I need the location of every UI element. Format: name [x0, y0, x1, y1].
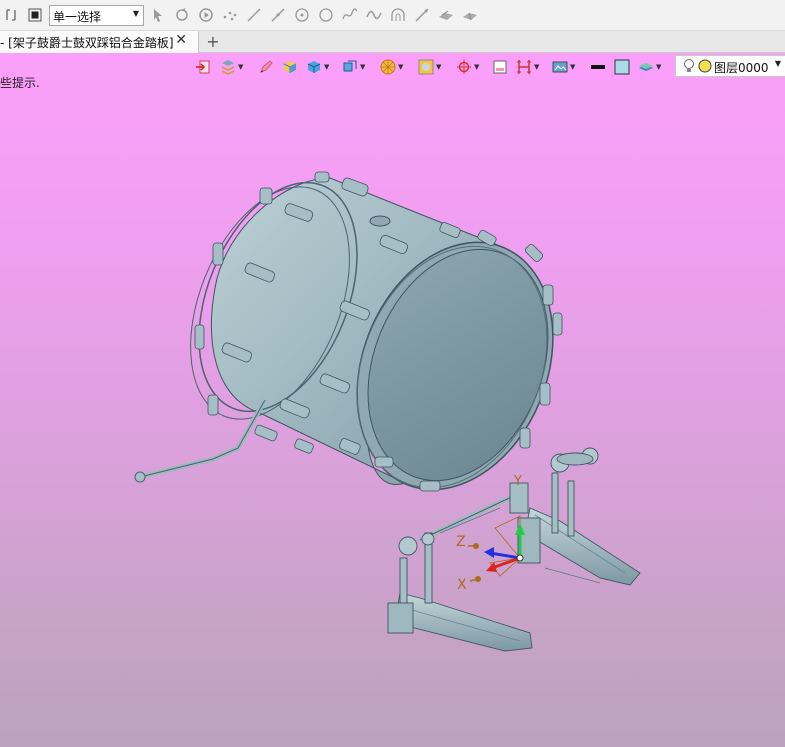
cursor-icon[interactable] [150, 7, 166, 23]
new-tab-button[interactable]: + [205, 32, 221, 51]
z-axis-label: Z [456, 534, 466, 550]
play-icon[interactable] [198, 7, 214, 23]
close-icon[interactable]: ✕ [175, 32, 187, 48]
surface-icon[interactable] [438, 7, 454, 23]
repeat-icon[interactable] [3, 7, 19, 23]
y-axis-label: Y [513, 474, 522, 489]
point-circle-icon[interactable] [294, 7, 310, 23]
document-tab-bar: - [架子鼓爵士鼓双踩铝合金踏板] ✕ + [0, 31, 785, 53]
selection-mode-value: 单一选择 [53, 10, 102, 24]
bass-drum [190, 171, 563, 492]
points-icon[interactable] [222, 7, 238, 23]
arc-icon[interactable] [390, 7, 406, 23]
selection-mode-dropdown[interactable]: 单一选择 ▼ [49, 5, 144, 26]
drum-pedal-model[interactable]: Z X Y [0, 53, 785, 747]
3d-viewport[interactable]: ▼ ▼ ▼ ▼ ▼ ▼ ▼ ▼ ▼ 图层0000 ▼ 些提示. Z X Y [0, 53, 785, 747]
surface2-icon[interactable] [462, 7, 478, 23]
tab-title: - [架子鼓爵士鼓双踩铝合金踏板] [0, 36, 174, 50]
drum-spur-leg [134, 398, 268, 483]
line2-icon[interactable] [270, 7, 286, 23]
stop-icon[interactable] [27, 7, 43, 23]
main-toolbar: 单一选择 ▼ [0, 0, 785, 31]
rotate-icon[interactable] [174, 7, 190, 23]
chevron-down-icon: ▼ [132, 9, 139, 18]
line-icon[interactable] [246, 7, 262, 23]
circle-icon[interactable] [318, 7, 334, 23]
wave-icon[interactable] [366, 7, 382, 23]
tab-document[interactable]: - [架子鼓爵士鼓双踩铝合金踏板] ✕ [0, 31, 199, 53]
x-axis-label: X [457, 577, 467, 593]
line3-icon[interactable] [414, 7, 430, 23]
spline-icon[interactable] [342, 7, 358, 23]
